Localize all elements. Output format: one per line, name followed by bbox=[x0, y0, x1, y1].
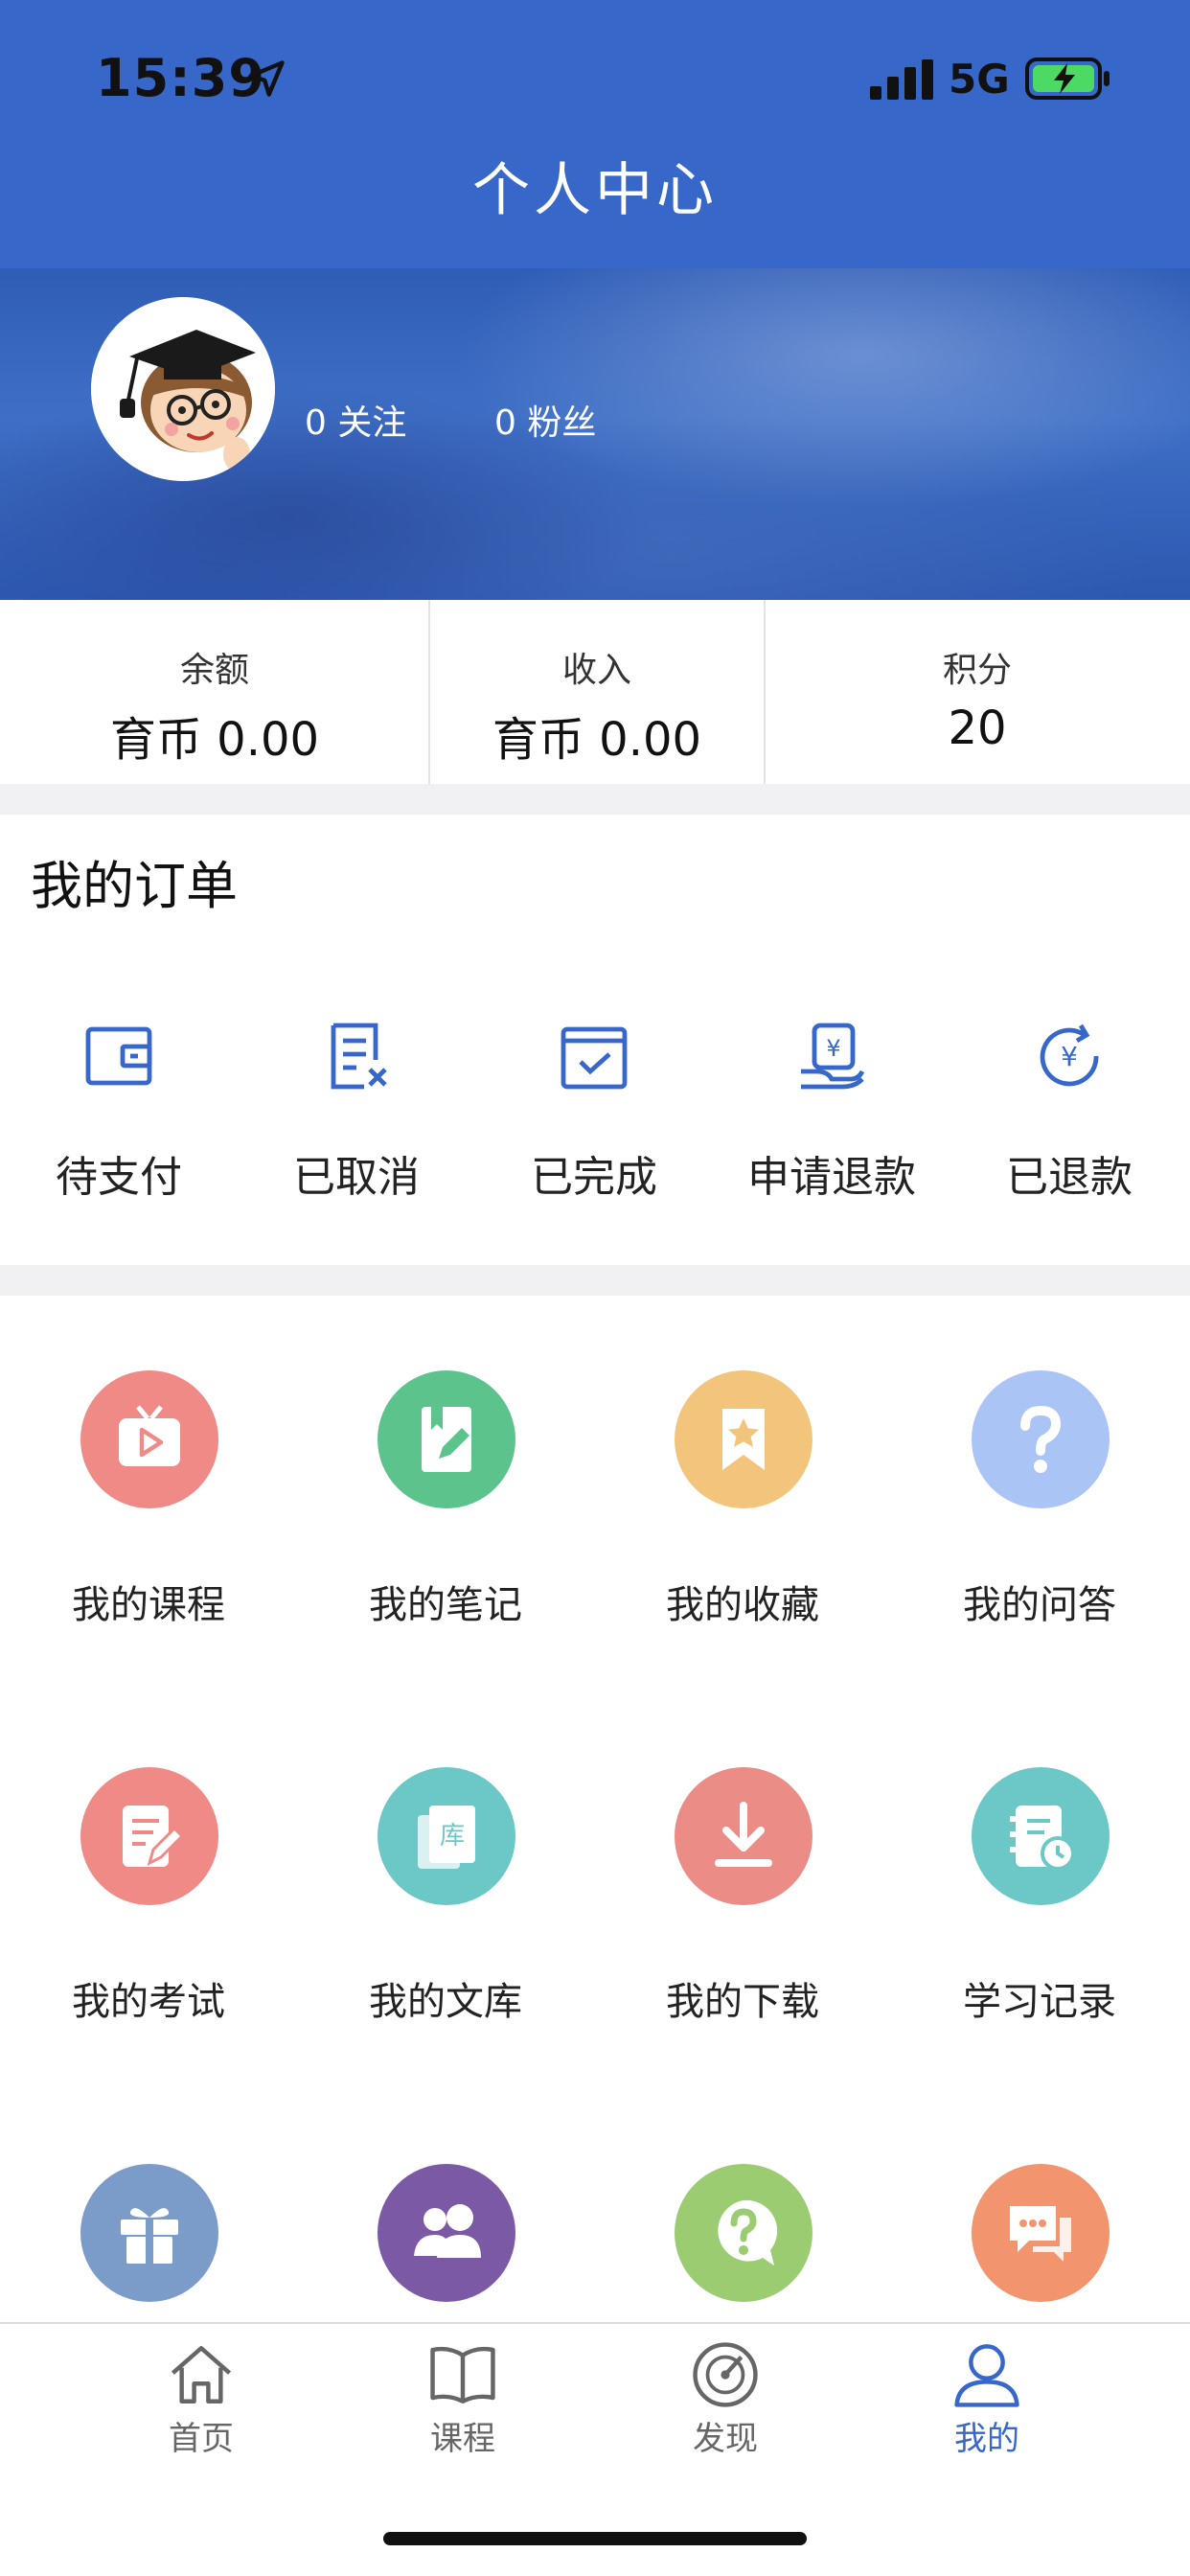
order-label: 已退款 bbox=[1006, 1153, 1133, 1202]
stat-label: 余额 bbox=[179, 651, 249, 690]
grid-label: 我的笔记 bbox=[369, 1583, 522, 1627]
wallet-icon bbox=[85, 1026, 152, 1086]
stat-value: 20 bbox=[948, 702, 1007, 755]
exam-icon bbox=[123, 1806, 185, 1867]
user-icon bbox=[954, 2344, 1019, 2407]
signal-icon bbox=[870, 59, 933, 100]
order-completed[interactable]: 已完成 bbox=[475, 1006, 713, 1217]
study-record-icon bbox=[1010, 1806, 1075, 1871]
help-bubble-icon bbox=[718, 2199, 778, 2266]
book-icon bbox=[430, 2346, 495, 2404]
stat-points[interactable]: 积分 20 bbox=[765, 600, 1190, 784]
refund-request-icon: ¥ bbox=[801, 1023, 865, 1090]
grid-label: 我的文库 bbox=[369, 1980, 522, 2024]
order-label: 已完成 bbox=[531, 1153, 657, 1202]
tab-label: 课程 bbox=[430, 2420, 495, 2458]
grid-label: 我的问答 bbox=[963, 1583, 1116, 1627]
order-label: 已取消 bbox=[293, 1153, 420, 1202]
order-cancelled[interactable]: 已取消 bbox=[238, 1006, 475, 1217]
cartoon-graduate-avatar-icon bbox=[91, 297, 275, 481]
status-bar: 15:39 5G bbox=[0, 0, 1190, 144]
tab-home[interactable]: 首页 bbox=[53, 2324, 350, 2468]
svg-text:库: 库 bbox=[440, 1822, 465, 1851]
group-icon bbox=[414, 2204, 481, 2258]
grid-icon-circle bbox=[378, 2164, 515, 2302]
order-refunded[interactable]: ¥ 已退款 bbox=[950, 1006, 1188, 1217]
grid-study-records[interactable]: 学习记录 bbox=[891, 1767, 1188, 2074]
grid-icon-circle bbox=[972, 1767, 1110, 1905]
calendar-check-icon bbox=[561, 1026, 628, 1090]
page-title: 个人中心 bbox=[472, 157, 718, 224]
order-label: 申请退款 bbox=[747, 1153, 916, 1202]
grid-label: 我的下载 bbox=[666, 1980, 819, 2024]
svg-text:¥: ¥ bbox=[826, 1035, 840, 1062]
stats-bar: 余额 育币 0.00 收入 育币 0.00 积分 20 bbox=[0, 600, 1190, 784]
tab-courses[interactable]: 课程 bbox=[314, 2324, 611, 2468]
compass-icon bbox=[693, 2342, 758, 2407]
tab-label: 发现 bbox=[693, 2420, 758, 2458]
gift-icon bbox=[121, 2208, 178, 2264]
video-icon bbox=[119, 1405, 180, 1466]
grid-icon-circle bbox=[80, 1767, 218, 1905]
refunded-icon: ¥ bbox=[1040, 1024, 1099, 1087]
tab-discover[interactable]: 发现 bbox=[577, 2324, 874, 2468]
tab-label: 首页 bbox=[169, 2420, 234, 2458]
order-label: 待支付 bbox=[56, 1153, 182, 1202]
order-refund-request[interactable]: ¥ 申请退款 bbox=[713, 1006, 950, 1217]
stat-label: 积分 bbox=[942, 651, 1012, 690]
avatar[interactable] bbox=[91, 297, 275, 481]
grid-icon-circle: 库 bbox=[378, 1767, 515, 1905]
location-arrow-icon bbox=[248, 60, 285, 97]
grid-label: 我的考试 bbox=[72, 1980, 225, 2024]
orders-title: 我的订单 bbox=[31, 856, 238, 916]
section-divider bbox=[0, 1265, 1190, 1296]
status-time: 15:39 bbox=[96, 48, 265, 108]
grid-label: 学习记录 bbox=[963, 1980, 1116, 2024]
grid-label: 我的收藏 bbox=[666, 1583, 819, 1627]
network-type: 5G bbox=[949, 56, 1010, 103]
stat-balance[interactable]: 余额 育币 0.00 bbox=[0, 600, 429, 784]
grid-my-library[interactable]: 库 我的文库 bbox=[297, 1767, 594, 2074]
grid-my-exams[interactable]: 我的考试 bbox=[0, 1767, 297, 2074]
home-indicator bbox=[383, 2532, 807, 2545]
home-icon bbox=[171, 2346, 232, 2404]
grid-icon-circle bbox=[80, 2164, 218, 2302]
grid-my-courses[interactable]: 我的课程 bbox=[0, 1370, 297, 1677]
bookmark-star-icon bbox=[722, 1409, 765, 1470]
grid-icon-circle bbox=[675, 1767, 812, 1905]
stat-income[interactable]: 收入 育币 0.00 bbox=[429, 600, 765, 784]
grid-my-downloads[interactable]: 我的下载 bbox=[594, 1767, 891, 2074]
grid-my-notes[interactable]: 我的笔记 bbox=[297, 1370, 594, 1677]
app-header: 15:39 5G 个人中心 bbox=[0, 0, 1190, 268]
grid-icon-circle bbox=[675, 1370, 812, 1508]
grid-icon-circle bbox=[378, 1370, 515, 1508]
stat-label: 收入 bbox=[561, 651, 631, 690]
note-icon bbox=[422, 1407, 471, 1472]
question-icon bbox=[1020, 1405, 1062, 1473]
grid-icon-circle bbox=[972, 2164, 1110, 2302]
cancelled-doc-icon bbox=[331, 1023, 387, 1090]
grid-icon-circle bbox=[972, 1370, 1110, 1508]
tab-label: 我的 bbox=[954, 2420, 1019, 2458]
order-pending-payment[interactable]: 待支付 bbox=[0, 1006, 238, 1217]
stat-value: 育币 0.00 bbox=[109, 713, 320, 767]
fans-count[interactable]: 0 粉丝 bbox=[494, 395, 596, 445]
grid-icon-circle bbox=[80, 1370, 218, 1508]
grid-my-favorites[interactable]: 我的收藏 bbox=[594, 1370, 891, 1677]
battery-charging-icon bbox=[1025, 58, 1110, 100]
grid-label: 我的课程 bbox=[72, 1583, 225, 1627]
svg-text:¥: ¥ bbox=[1061, 1041, 1078, 1072]
follow-count[interactable]: 0 关注 bbox=[305, 395, 406, 445]
download-icon bbox=[715, 1802, 772, 1867]
grid-icon-circle bbox=[675, 2164, 812, 2302]
stat-value: 育币 0.00 bbox=[492, 713, 702, 767]
section-divider bbox=[0, 784, 1190, 815]
grid-my-qa[interactable]: 我的问答 bbox=[891, 1370, 1188, 1677]
tab-mine[interactable]: 我的 bbox=[838, 2324, 1135, 2468]
library-icon: 库 bbox=[418, 1806, 475, 1869]
message-icon bbox=[1010, 2206, 1071, 2262]
